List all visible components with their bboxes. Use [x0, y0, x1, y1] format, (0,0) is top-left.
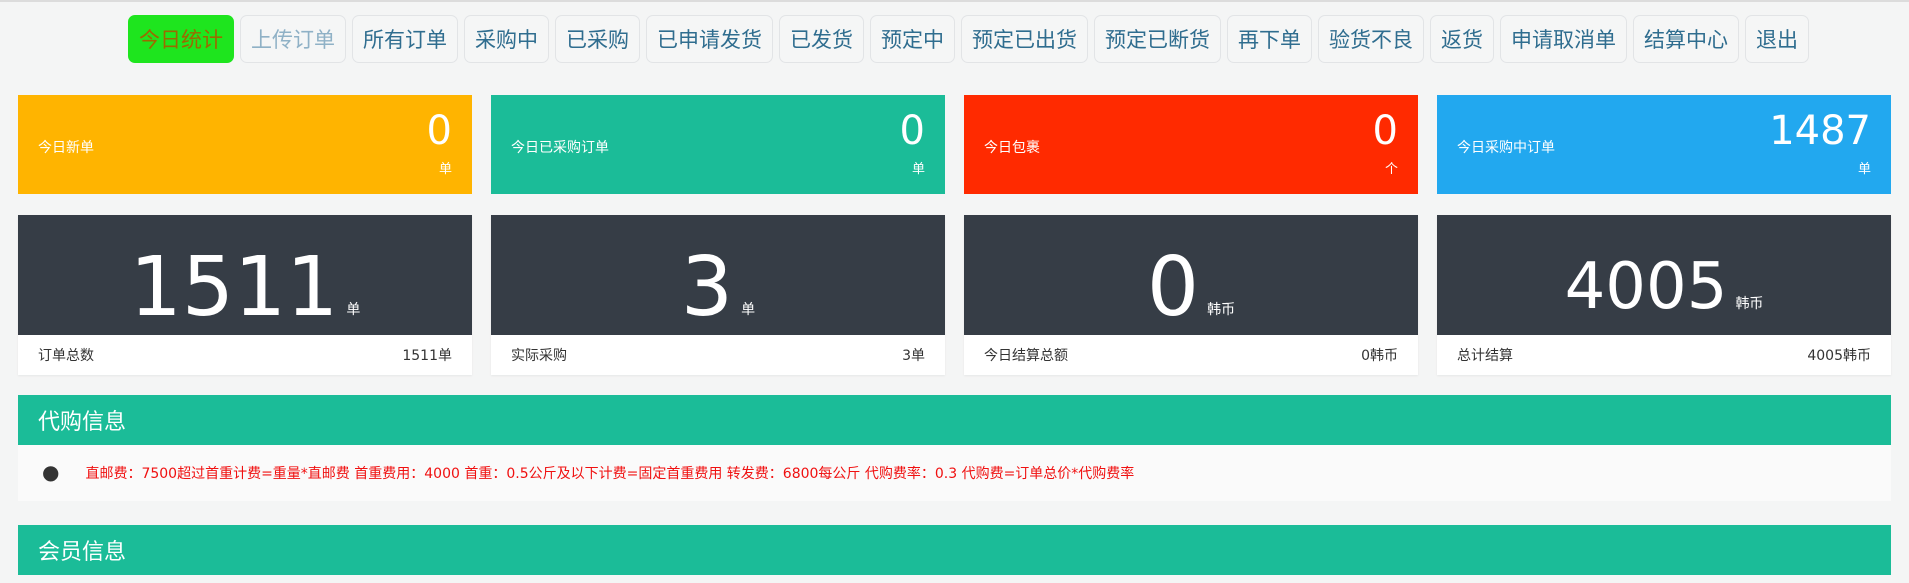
stat-unit: 单 — [911, 162, 925, 177]
member-info-header: 会员信息 — [18, 525, 1891, 575]
actual-purchase-footer-value: 3单 — [902, 348, 925, 364]
stat-label: 今日已采购订单 — [511, 140, 609, 156]
daigou-info-section: 代购信息 ● 直邮费：7500超过首重计费=重量*直邮费 首重费用：4000 首… — [18, 395, 1891, 501]
total-orders-value: 1511 — [129, 240, 339, 335]
stat-unit: 个 — [1384, 162, 1398, 177]
nav-return[interactable]: 返货 — [1430, 15, 1494, 63]
today-settlement-footer-value: 0韩币 — [1361, 348, 1398, 364]
total-settlement-label: 总计结算 — [1457, 348, 1513, 364]
actual-purchase-unit: 单 — [741, 302, 756, 318]
nav-cancel-request[interactable]: 申请取消单 — [1500, 15, 1627, 63]
daigou-info-body: ● 直邮费：7500超过首重计费=重量*直邮费 首重费用：4000 首重：0.5… — [18, 445, 1891, 501]
stat-unit: 单 — [1857, 162, 1871, 177]
nav-reorder[interactable]: 再下单 — [1227, 15, 1312, 63]
total-settlement-panel: 4005 韩币 — [1437, 215, 1891, 335]
actual-purchase-footer: 实际采购 3单 — [491, 335, 945, 375]
stat-label: 今日包裹 — [984, 140, 1040, 156]
nav-reserved-shipped[interactable]: 预定已出货 — [961, 15, 1088, 63]
stat-value: 0 — [899, 108, 925, 154]
today-settlement-panel: 0 韩币 — [964, 215, 1418, 335]
member-info-section: 会员信息 — [18, 525, 1891, 575]
total-orders-card: 1511 单 订单总数 1511单 — [18, 215, 472, 375]
stats-top-row: 今日新单 0 单 今日已采购订单 0 单 今日包裹 0 个 今日采购中订单 14… — [18, 95, 1891, 194]
top-border — [0, 0, 1909, 2]
nav-purchased[interactable]: 已采购 — [555, 15, 640, 63]
stat-unit: 单 — [438, 162, 452, 177]
daigou-info-header: 代购信息 — [18, 395, 1891, 445]
nav-logout[interactable]: 退出 — [1745, 15, 1809, 63]
stat-card-today-new: 今日新单 0 单 — [18, 95, 472, 194]
today-settlement-label: 今日结算总额 — [984, 348, 1068, 364]
total-orders-footer-value: 1511单 — [402, 348, 452, 364]
actual-purchase-value: 3 — [680, 240, 734, 335]
today-settlement-card: 0 韩币 今日结算总额 0韩币 — [964, 215, 1418, 375]
bullet-icon: ● — [42, 460, 60, 484]
nav-all-orders[interactable]: 所有订单 — [352, 15, 458, 63]
daigou-info-text: 直邮费：7500超过首重计费=重量*直邮费 首重费用：4000 首重：0.5公斤… — [85, 466, 1135, 482]
stat-value: 1487 — [1769, 108, 1871, 154]
nav-shipped[interactable]: 已发货 — [779, 15, 864, 63]
stat-value: 0 — [1372, 108, 1398, 154]
total-orders-unit: 单 — [346, 302, 361, 318]
stats-grid: 今日新单 0 单 今日已采购订单 0 单 今日包裹 0 个 今日采购中订单 14… — [18, 95, 1891, 375]
actual-purchase-panel: 3 单 — [491, 215, 945, 335]
stat-card-today-packages: 今日包裹 0 个 — [964, 95, 1418, 194]
stat-card-today-purchasing: 今日采购中订单 1487 单 — [1437, 95, 1891, 194]
stat-card-today-purchased: 今日已采购订单 0 单 — [491, 95, 945, 194]
nav-settlement-center[interactable]: 结算中心 — [1633, 15, 1739, 63]
stat-label: 今日采购中订单 — [1457, 140, 1555, 156]
total-orders-panel: 1511 单 — [18, 215, 472, 335]
top-nav: 今日统计 上传订单 所有订单 采购中 已采购 已申请发货 已发货 预定中 预定已… — [128, 15, 1809, 63]
total-settlement-value: 4005 — [1564, 250, 1728, 324]
actual-purchase-card: 3 单 实际采购 3单 — [491, 215, 945, 375]
today-settlement-footer: 今日结算总额 0韩币 — [964, 335, 1418, 375]
nav-reserved[interactable]: 预定中 — [870, 15, 955, 63]
nav-upload-orders[interactable]: 上传订单 — [240, 15, 346, 63]
nav-inspection-defect[interactable]: 验货不良 — [1318, 15, 1424, 63]
actual-purchase-label: 实际采购 — [511, 348, 567, 364]
today-settlement-unit: 韩币 — [1207, 302, 1236, 318]
nav-reserved-outofstock[interactable]: 预定已断货 — [1094, 15, 1221, 63]
nav-ship-requested[interactable]: 已申请发货 — [646, 15, 773, 63]
total-settlement-footer-value: 4005韩币 — [1807, 348, 1871, 364]
total-settlement-card: 4005 韩币 总计结算 4005韩币 — [1437, 215, 1891, 375]
stat-label: 今日新单 — [38, 140, 94, 156]
total-orders-label: 订单总数 — [38, 348, 94, 364]
nav-today-stats[interactable]: 今日统计 — [128, 15, 234, 63]
nav-purchasing[interactable]: 采购中 — [464, 15, 549, 63]
total-settlement-footer: 总计结算 4005韩币 — [1437, 335, 1891, 375]
stats-bottom-row: 1511 单 订单总数 1511单 3 单 实际采购 3单 0 韩币 今日结算总… — [18, 194, 1891, 375]
stat-value: 0 — [426, 108, 452, 154]
total-settlement-unit: 韩币 — [1735, 296, 1764, 312]
today-settlement-value: 0 — [1146, 240, 1200, 335]
total-orders-footer: 订单总数 1511单 — [18, 335, 472, 375]
